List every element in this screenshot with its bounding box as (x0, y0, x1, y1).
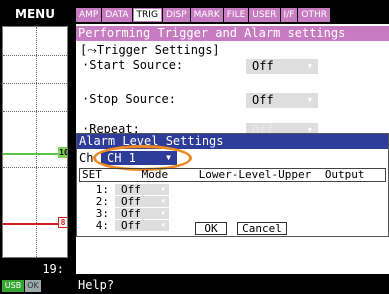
chevron-down-icon: ▼ (307, 96, 312, 104)
mode-select[interactable]: Off ▼ (115, 184, 169, 195)
alarm-level-dialog: Alarm Level Settings Ch CH 1 ▼ SET Mode … (76, 133, 389, 237)
chevron-down-icon: ▼ (161, 210, 165, 217)
waveform-graph: 10 8 (2, 26, 68, 258)
chevron-down-icon: ▼ (161, 198, 165, 205)
mode-select[interactable]: Off ▼ (115, 220, 169, 231)
green-trace-marker[interactable]: 10 (58, 147, 67, 158)
tab-amp[interactable]: AMP (76, 8, 102, 22)
cancel-button[interactable]: Cancel (237, 222, 287, 235)
row-number: 4: (95, 219, 109, 232)
start-source-value: Off (252, 59, 274, 73)
menu-button[interactable]: MENU (2, 6, 68, 22)
tab-trig[interactable]: TRIG (132, 8, 162, 22)
tab-bar: AMP DATA TRIG DISP MARK FILE USER I/F OT… (76, 8, 331, 22)
grid-line (3, 83, 67, 84)
grid-line (3, 55, 67, 56)
status-badge: OK (25, 280, 41, 292)
red-trace-line (3, 223, 63, 225)
start-source-label: ·Start Source: (82, 58, 184, 72)
tab-file[interactable]: FILE (223, 8, 249, 22)
mode-value: Off (121, 219, 141, 232)
red-trace-marker[interactable]: 8 (58, 217, 67, 228)
header-output: Output (324, 168, 365, 181)
stop-source-value: Off (252, 93, 274, 107)
tab-disp[interactable]: DISP (162, 8, 190, 22)
alarm-table-header: SET Mode Lower-Level-Upper Output (79, 168, 386, 182)
green-trace-line (3, 153, 61, 155)
left-strip: MENU 10 8 19: USB OK (0, 0, 72, 294)
help-bar[interactable]: Help? (76, 276, 389, 294)
tab-if[interactable]: I/F (280, 8, 298, 22)
tab-data[interactable]: DATA (102, 8, 132, 22)
grid-line (3, 167, 67, 168)
section-title: [⤳Trigger Settings] (80, 43, 220, 57)
stop-source-select[interactable]: Off ▼ (246, 93, 318, 108)
start-source-select[interactable]: Off ▼ (246, 59, 318, 74)
tab-user[interactable]: USER (249, 8, 280, 22)
chevron-down-icon: ▼ (161, 186, 165, 193)
stop-source-label: ·Stop Source: (82, 92, 176, 106)
tab-mark[interactable]: MARK (190, 8, 223, 22)
chevron-down-icon: ▼ (307, 62, 312, 70)
grid-line (3, 111, 67, 112)
panel-title: Performing Trigger and Alarm settings (76, 26, 389, 41)
chevron-down-icon: ▼ (161, 222, 165, 229)
ok-button[interactable]: OK (195, 222, 227, 235)
header-set: SET (82, 168, 102, 181)
time-label: 19: (42, 262, 64, 276)
header-mode: Mode (141, 168, 169, 181)
channel-label: Ch (79, 151, 94, 165)
mode-select[interactable]: Off ▼ (115, 208, 169, 219)
tab-othr[interactable]: OTHR (298, 8, 331, 22)
mode-select[interactable]: Off ▼ (115, 196, 169, 207)
usb-status-badge: USB (2, 280, 24, 292)
header-range: Lower-Level-Upper (198, 168, 312, 181)
